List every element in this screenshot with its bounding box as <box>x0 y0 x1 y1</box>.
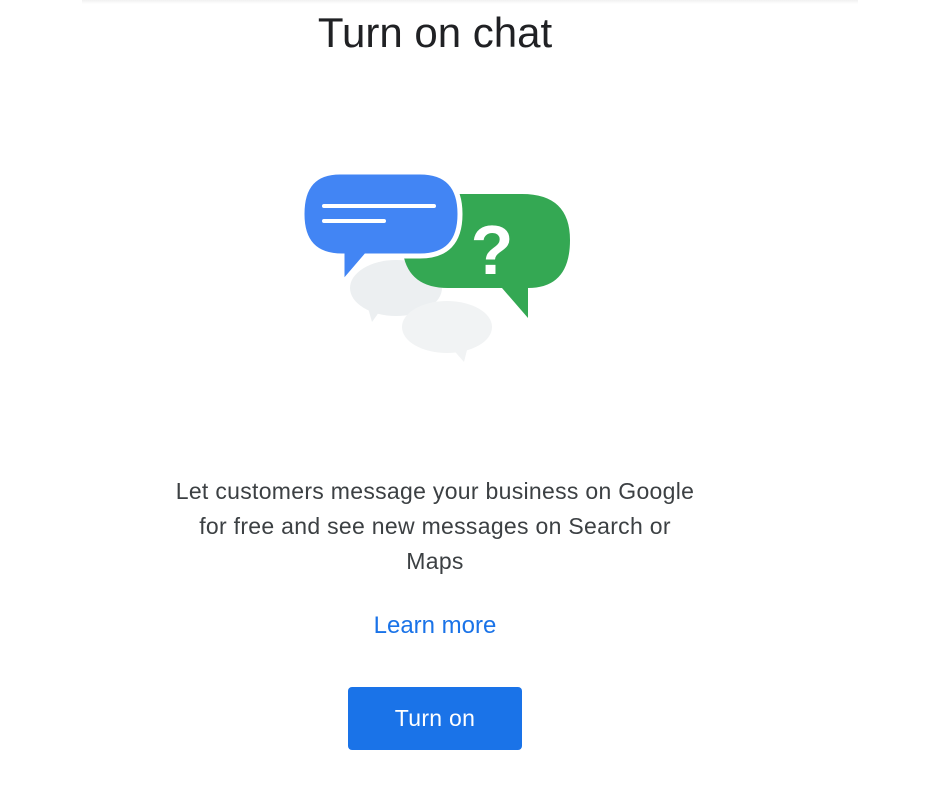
chat-illustration: ? <box>296 166 576 366</box>
description-line-1: Let customers message your business on G… <box>175 478 695 504</box>
description-line-2: for free and see new messages on Search … <box>199 513 671 539</box>
top-divider <box>82 0 858 4</box>
page-title: Turn on chat <box>317 9 553 56</box>
description-line-3: Maps <box>406 548 464 574</box>
feature-description: Let customers message your business on G… <box>135 474 735 579</box>
learn-more-link-row: Learn more <box>0 610 870 642</box>
learn-more-link[interactable]: Learn more <box>374 612 497 639</box>
turn-on-button[interactable]: Turn on <box>348 687 522 750</box>
grey-bubble-front <box>402 301 492 362</box>
chat-bubbles-icon: ? <box>299 169 570 362</box>
question-mark-glyph: ? <box>471 211 514 289</box>
